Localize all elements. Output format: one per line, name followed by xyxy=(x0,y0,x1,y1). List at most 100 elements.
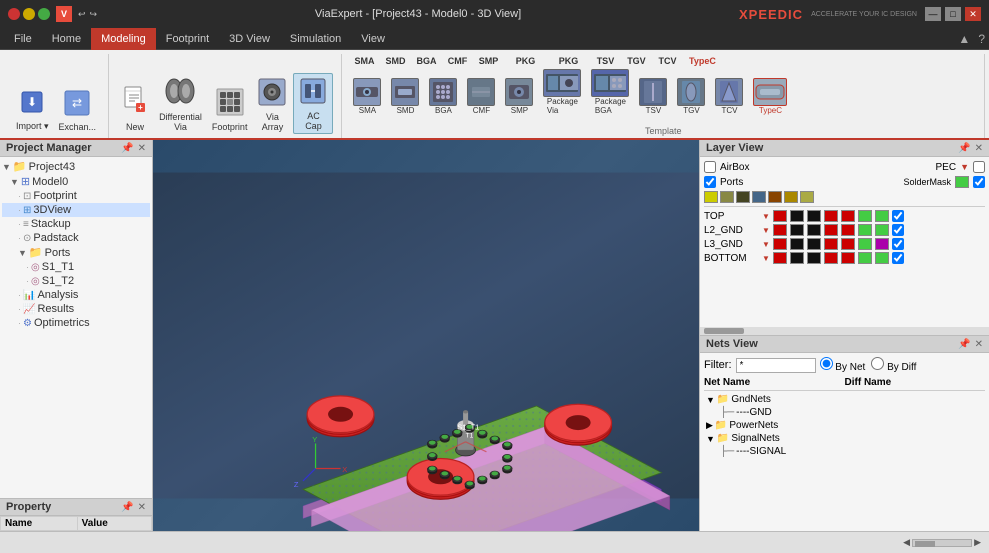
tree-analysis[interactable]: · 📊 Analysis xyxy=(2,288,150,302)
layer-l3gnd-s3[interactable] xyxy=(824,238,838,250)
layer-l2gnd-s4[interactable] xyxy=(841,224,855,236)
airbox-checkbox[interactable] xyxy=(704,161,716,173)
tree-s1t2[interactable]: · ◎ S1_T2 xyxy=(2,274,150,288)
layer-l2gnd-dropdown[interactable]: ▼ xyxy=(762,226,770,235)
layer-l2gnd-s3[interactable] xyxy=(824,224,838,236)
nets-row-gnd[interactable]: ├─ ----GND xyxy=(704,406,985,419)
redo-btn[interactable]: ↪ xyxy=(90,9,98,20)
maximize-btn[interactable]: □ xyxy=(945,7,961,21)
nets-filter-input[interactable] xyxy=(736,358,816,373)
menu-simulation[interactable]: Simulation xyxy=(280,28,351,50)
airbox-visible-checkbox[interactable] xyxy=(973,161,985,173)
panel-close-icon[interactable]: ✕ xyxy=(138,143,146,154)
tmpl-smd[interactable]: SMD xyxy=(388,77,422,116)
palette-swatch-1[interactable] xyxy=(720,191,734,203)
tree-optimetrics[interactable]: · ⚙ Optimetrics xyxy=(2,316,150,330)
layer-bottom-s0[interactable] xyxy=(773,252,787,264)
layer-l2gnd-s2[interactable] xyxy=(807,224,821,236)
viewport-3d[interactable]: S1_T1 T1 X Y Z xyxy=(153,140,699,531)
help-up-icon[interactable]: ▲ xyxy=(958,32,970,46)
layer-top-s2[interactable] xyxy=(807,210,821,222)
tree-project43[interactable]: ▼ 📁 Project43 xyxy=(2,159,150,174)
palette-swatch-2[interactable] xyxy=(736,191,750,203)
menu-home[interactable]: Home xyxy=(42,28,91,50)
layer-view-close-icon[interactable]: ✕ xyxy=(975,143,983,154)
layer-l3gnd-s6[interactable] xyxy=(875,238,889,250)
menu-modeling[interactable]: Modeling xyxy=(91,28,156,50)
layer-top-s1[interactable] xyxy=(790,210,804,222)
ribbon-btn-new[interactable]: + New xyxy=(117,83,153,134)
layer-top-dropdown[interactable]: ▼ xyxy=(762,212,770,221)
layer-l3gnd-visible[interactable] xyxy=(892,238,904,250)
close-btn[interactable]: ✕ xyxy=(965,7,981,21)
layer-l2gnd-s0[interactable] xyxy=(773,224,787,236)
help-icon[interactable]: ? xyxy=(978,32,985,46)
tree-ports[interactable]: ▼ 📁 Ports xyxy=(2,245,150,260)
property-close-icon[interactable]: ✕ xyxy=(138,502,146,513)
layer-top-s0[interactable] xyxy=(773,210,787,222)
ribbon-btn-footprint[interactable]: Footprint xyxy=(208,85,252,134)
tmpl-tcv[interactable]: TCV xyxy=(712,77,746,116)
layer-view-pin-icon[interactable]: 📌 xyxy=(958,143,970,154)
layer-l2gnd-s5[interactable] xyxy=(858,224,872,236)
ribbon-btn-diff-via[interactable]: DifferentialVia xyxy=(155,73,206,134)
layer-bottom-s5[interactable] xyxy=(858,252,872,264)
layer-l2gnd-s1[interactable] xyxy=(790,224,804,236)
nets-view-close-icon[interactable]: ✕ xyxy=(975,339,983,350)
ribbon-btn-exchange[interactable]: ⇄ Exchan... xyxy=(55,87,101,134)
soldermask-swatch[interactable] xyxy=(955,176,969,188)
layer-l3gnd-s5[interactable] xyxy=(858,238,872,250)
layer-bottom-dropdown[interactable]: ▼ xyxy=(762,254,770,263)
palette-swatch-0[interactable] xyxy=(704,191,718,203)
layer-bottom-visible[interactable] xyxy=(892,252,904,264)
property-pin-icon[interactable]: 📌 xyxy=(121,502,133,513)
menu-file[interactable]: File xyxy=(4,28,42,50)
tree-results[interactable]: · 📈 Results xyxy=(2,302,150,316)
layer-l3gnd-s0[interactable] xyxy=(773,238,787,250)
palette-swatch-4[interactable] xyxy=(768,191,782,203)
nets-row-signal[interactable]: ├─ ----SIGNAL xyxy=(704,445,985,458)
layer-l3gnd-s1[interactable] xyxy=(790,238,804,250)
tmpl-typec[interactable]: TypeC xyxy=(750,77,790,116)
nets-row-gndnets[interactable]: ▼ 📁 GndNets xyxy=(704,393,985,406)
tree-model0[interactable]: ▼ ⊞ Model0 xyxy=(2,174,150,189)
layer-bottom-s6[interactable] xyxy=(875,252,889,264)
tree-s1t1[interactable]: · ◎ S1_T1 xyxy=(2,260,150,274)
tree-stackup[interactable]: · ≡ Stackup xyxy=(2,217,150,231)
layer-top-s3[interactable] xyxy=(824,210,838,222)
tree-padstack[interactable]: · ⊙ Padstack xyxy=(2,231,150,245)
menu-footprint[interactable]: Footprint xyxy=(156,28,219,50)
by-diff-radio[interactable] xyxy=(871,357,884,370)
palette-swatch-3[interactable] xyxy=(752,191,766,203)
soldermask-checkbox[interactable] xyxy=(973,176,985,188)
nets-view-pin-icon[interactable]: 📌 xyxy=(958,339,970,350)
ports-checkbox[interactable] xyxy=(704,176,716,188)
nets-row-signalnets[interactable]: ▼ 📁 SignalNets xyxy=(704,432,985,445)
palette-swatch-6[interactable] xyxy=(800,191,814,203)
layer-l2gnd-s6[interactable] xyxy=(875,224,889,236)
tmpl-sma[interactable]: SMA xyxy=(350,77,384,116)
nets-row-powernets[interactable]: ▶ 📁 PowerNets xyxy=(704,419,985,432)
layer-bottom-s2[interactable] xyxy=(807,252,821,264)
tmpl-pkg-via[interactable]: PackageVia xyxy=(540,68,584,116)
layer-bottom-s1[interactable] xyxy=(790,252,804,264)
layer-top-s5[interactable] xyxy=(858,210,872,222)
ribbon-btn-via-array[interactable]: ViaArray xyxy=(253,75,291,134)
palette-swatch-5[interactable] xyxy=(784,191,798,203)
minimize-btn[interactable]: — xyxy=(925,7,941,21)
tmpl-pkg-bga[interactable]: PackageBGA xyxy=(588,68,632,116)
layer-l2gnd-visible[interactable] xyxy=(892,224,904,236)
layer-l3gnd-s4[interactable] xyxy=(841,238,855,250)
layer-bottom-s4[interactable] xyxy=(841,252,855,264)
layer-l3gnd-s2[interactable] xyxy=(807,238,821,250)
tmpl-tgv[interactable]: TGV xyxy=(674,77,708,116)
tree-footprint[interactable]: · ⊡ Footprint xyxy=(2,189,150,203)
layer-hscroll[interactable] xyxy=(700,327,989,335)
tree-3dview[interactable]: · ⊞ 3DView xyxy=(2,203,150,217)
tmpl-cmf[interactable]: CMF xyxy=(464,77,498,116)
layer-l3gnd-dropdown[interactable]: ▼ xyxy=(762,240,770,249)
menu-view[interactable]: View xyxy=(351,28,395,50)
status-scroll-left[interactable]: ◀ xyxy=(903,537,910,548)
layer-top-s6[interactable] xyxy=(875,210,889,222)
layer-top-visible[interactable] xyxy=(892,210,904,222)
